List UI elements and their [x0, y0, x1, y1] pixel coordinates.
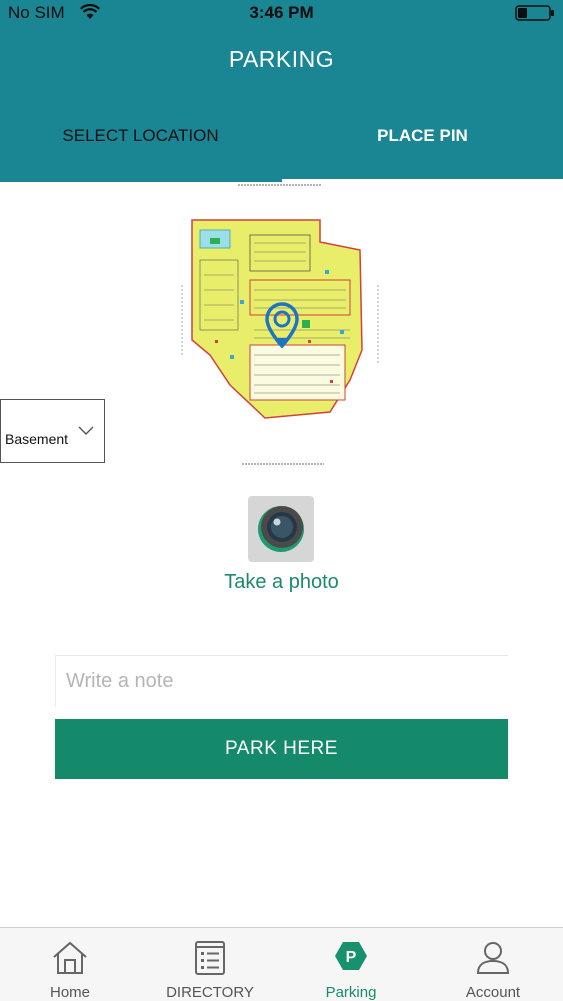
status-bar: No SIM 3:46 PM — [0, 0, 563, 26]
nav-label-parking: Parking — [325, 984, 377, 1001]
park-here-button[interactable]: PARK HERE — [55, 719, 508, 779]
svg-text:P: P — [346, 949, 357, 966]
chevron-down-icon — [77, 424, 95, 440]
nav-label-directory: DIRECTORY — [166, 984, 254, 1001]
tab-place-pin[interactable]: PLACE PIN — [282, 116, 563, 156]
battery-icon — [515, 5, 555, 21]
home-icon — [53, 941, 87, 974]
nav-label-home: Home — [49, 984, 90, 1001]
location-pin-icon[interactable] — [265, 302, 299, 348]
floor-plan-map[interactable] — [170, 180, 392, 470]
clock: 3:46 PM — [249, 3, 314, 22]
page-title: PARKING — [228, 46, 335, 72]
nav-label-account: Account — [465, 984, 521, 1001]
nav-item-parking[interactable]: P Parking — [281, 928, 421, 1001]
parking-icon: P — [335, 942, 367, 970]
bottom-nav: Home DIRECTORY P Parking Account — [0, 927, 563, 1001]
app-header: PARKING SELECT LOCATION PLACE PIN — [0, 26, 563, 182]
camera-icon — [258, 506, 304, 552]
floor-selector-value: Basement — [5, 431, 69, 447]
floor-selector[interactable]: Basement — [0, 399, 105, 463]
nav-item-account[interactable]: Account — [423, 928, 563, 1001]
directory-icon — [195, 941, 225, 975]
take-photo-label[interactable]: Take a photo — [0, 571, 563, 594]
take-photo-button[interactable] — [248, 496, 314, 562]
note-input[interactable] — [55, 655, 508, 707]
account-icon — [476, 942, 510, 974]
tab-select-location[interactable]: SELECT LOCATION — [0, 116, 281, 156]
nav-item-directory[interactable]: DIRECTORY — [140, 928, 280, 1001]
nav-item-home[interactable]: Home — [0, 928, 140, 1001]
